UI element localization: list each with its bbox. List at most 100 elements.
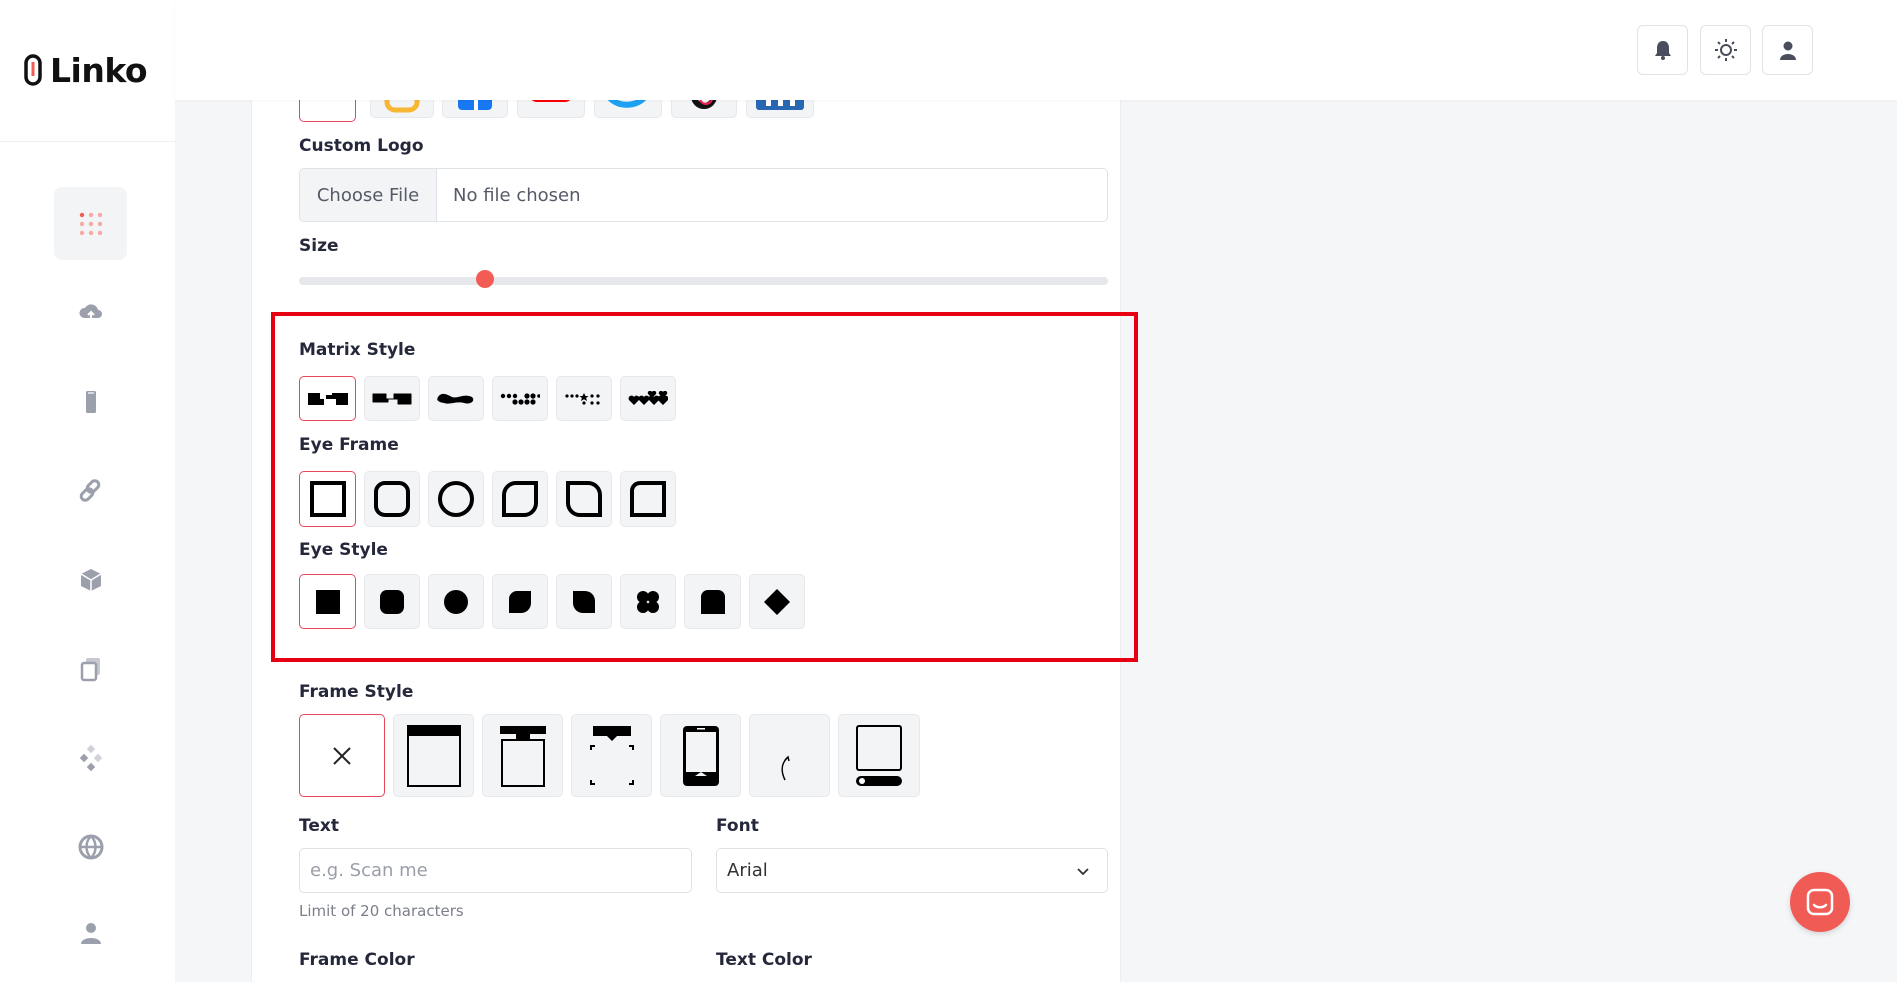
- eye-style-leaf-icon: [509, 590, 531, 613]
- size-label: Size: [299, 236, 339, 256]
- logo-text: Linko: [50, 50, 148, 90]
- user-icon: [80, 922, 101, 944]
- frame-style-option-arrow[interactable]: [749, 714, 830, 797]
- grid-dots-icon: [79, 212, 102, 235]
- eye-style-flower-icon: [637, 590, 659, 613]
- matrix-style-label: Matrix Style: [299, 340, 416, 360]
- choose-file-button[interactable]: Choose File: [300, 169, 437, 221]
- eye-frame-circle-icon: [438, 481, 474, 517]
- frame-text-input[interactable]: [299, 848, 692, 893]
- theme-toggle-button[interactable]: [1700, 25, 1751, 75]
- matrix-stars-icon: [565, 392, 600, 405]
- eye-style-rounded-icon: [380, 589, 404, 614]
- eye-frame-option-leaf-reverse[interactable]: [556, 471, 612, 527]
- frame-style-option-phone[interactable]: [660, 714, 741, 797]
- custom-logo-label: Custom Logo: [299, 136, 424, 156]
- text-label: Text: [299, 816, 339, 836]
- profile-button[interactable]: [1762, 25, 1813, 75]
- eye-style-option-leaf-reverse[interactable]: [556, 574, 612, 629]
- eye-frame-corner-icon: [630, 481, 666, 517]
- frame-style-option-none[interactable]: [299, 714, 385, 797]
- eye-style-option-shield[interactable]: [684, 574, 741, 629]
- sidebar-item-domains[interactable]: [54, 810, 127, 883]
- font-label: Font: [716, 816, 759, 836]
- frame-phone-icon: [682, 725, 719, 786]
- matrix-style-option-5[interactable]: [556, 376, 612, 421]
- eye-style-option-square[interactable]: [299, 574, 356, 629]
- sidebar-item-integrations[interactable]: [54, 721, 127, 794]
- eye-style-label: Eye Style: [299, 540, 388, 560]
- sidebar-item-links[interactable]: [54, 454, 127, 527]
- frame-tab-banner-icon: [499, 725, 546, 787]
- notifications-button[interactable]: [1637, 25, 1688, 75]
- frame-style-label: Frame Style: [299, 682, 414, 702]
- phone-icon: [85, 390, 96, 413]
- eye-frame-leaf-reverse-icon: [566, 481, 602, 517]
- frame-style-option-corners[interactable]: [571, 714, 652, 797]
- file-status-text: No file chosen: [453, 184, 581, 206]
- matrix-style-option-1[interactable]: [299, 376, 356, 421]
- app-logo[interactable]: Linko: [24, 50, 148, 90]
- link-icon: [79, 478, 100, 502]
- eye-style-option-diamond[interactable]: [749, 574, 805, 629]
- eye-frame-leaf-icon: [502, 481, 538, 517]
- chat-support-button[interactable]: [1790, 872, 1850, 932]
- sidebar-item-products[interactable]: [54, 543, 127, 616]
- matrix-style-option-3[interactable]: [428, 376, 484, 421]
- eye-style-circle-icon: [444, 589, 468, 614]
- eye-style-leaf-reverse-icon: [573, 590, 595, 613]
- frame-bottom-button-icon: [856, 724, 902, 786]
- matrix-style-option-4[interactable]: [492, 376, 548, 421]
- frame-top-banner-icon: [406, 724, 461, 787]
- eye-frame-rounded-icon: [374, 481, 410, 517]
- sidebar-item-dashboard[interactable]: [54, 187, 127, 260]
- eye-frame-option-square[interactable]: [299, 471, 356, 527]
- sun-icon: [1714, 39, 1737, 61]
- chat-icon: [1806, 888, 1834, 916]
- frame-color-label: Frame Color: [299, 950, 415, 970]
- chevron-down-icon: [1077, 868, 1089, 876]
- matrix-rounded-icon: [372, 393, 412, 404]
- matrix-style-option-6[interactable]: [620, 376, 676, 421]
- matrix-hearts-icon: [628, 390, 668, 405]
- matrix-dots-icon: [500, 392, 540, 405]
- globe-icon: [78, 834, 103, 859]
- eye-style-option-circle[interactable]: [428, 574, 484, 629]
- sidebar-divider: [0, 141, 175, 142]
- logo-mark-icon: [24, 52, 46, 88]
- eye-frame-option-corner[interactable]: [620, 471, 676, 527]
- sidebar-item-upload[interactable]: [54, 276, 127, 349]
- eye-style-shield-icon: [700, 589, 725, 614]
- eye-frame-option-rounded[interactable]: [364, 471, 420, 527]
- custom-logo-file-input[interactable]: Choose File No file chosen: [299, 168, 1108, 222]
- eye-frame-square-icon: [309, 481, 346, 517]
- text-hint: Limit of 20 characters: [299, 902, 464, 920]
- eye-style-option-rounded[interactable]: [364, 574, 420, 629]
- sidebar-item-phone[interactable]: [54, 365, 127, 438]
- cube-icon: [80, 568, 101, 591]
- top-header: [175, 0, 1897, 100]
- frame-style-option-top-banner[interactable]: [393, 714, 474, 797]
- frame-style-option-bottom-button[interactable]: [838, 714, 920, 797]
- frame-corners-icon: [589, 725, 634, 785]
- eye-frame-option-circle[interactable]: [428, 471, 484, 527]
- matrix-style-option-2[interactable]: [364, 376, 420, 421]
- eye-style-diamond-icon: [764, 588, 790, 615]
- matrix-square-icon: [307, 392, 348, 405]
- frame-style-option-tab-banner[interactable]: [482, 714, 563, 797]
- eye-style-option-flower[interactable]: [620, 574, 676, 629]
- eye-frame-option-leaf[interactable]: [492, 471, 548, 527]
- eye-frame-label: Eye Frame: [299, 435, 399, 455]
- sidebar-item-pages[interactable]: [54, 632, 127, 705]
- copy-icon: [80, 657, 100, 681]
- text-color-label: Text Color: [716, 950, 812, 970]
- eye-style-option-leaf[interactable]: [492, 574, 548, 629]
- sidebar-item-account[interactable]: [54, 896, 127, 969]
- size-slider-track[interactable]: [299, 277, 1108, 285]
- cloud-upload-icon: [78, 303, 102, 322]
- size-slider-thumb[interactable]: [476, 270, 495, 288]
- bell-icon: [1654, 41, 1671, 60]
- font-select-value: Arial: [727, 860, 768, 881]
- font-select[interactable]: Arial: [716, 848, 1108, 893]
- close-icon: [333, 746, 351, 765]
